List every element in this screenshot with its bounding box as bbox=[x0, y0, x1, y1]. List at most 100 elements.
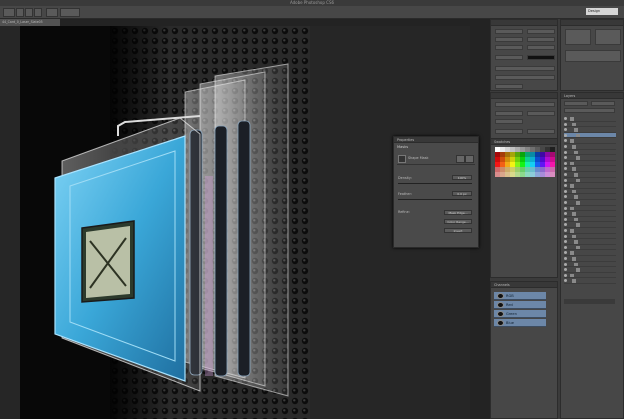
info-readout-bottom bbox=[565, 50, 621, 62]
paragraph-panel-header[interactable] bbox=[491, 93, 557, 99]
feather-value[interactable]: 0.0 px bbox=[452, 191, 472, 196]
visibility-eye-icon[interactable] bbox=[564, 128, 567, 132]
channel-row[interactable]: Blue bbox=[494, 319, 546, 327]
font-field[interactable] bbox=[495, 29, 523, 34]
mask-edge-button[interactable]: Mask Edge... bbox=[444, 210, 472, 215]
language-select[interactable] bbox=[495, 84, 523, 89]
visibility-eye-icon[interactable] bbox=[564, 167, 567, 171]
visibility-eye-icon[interactable] bbox=[564, 156, 567, 160]
swatch-grid[interactable] bbox=[495, 147, 555, 187]
visibility-eye-icon[interactable] bbox=[564, 173, 567, 176]
channel-row[interactable]: RGB bbox=[494, 292, 546, 300]
visibility-eye-icon[interactable] bbox=[564, 195, 567, 199]
layers-panel[interactable]: Layers bbox=[560, 92, 624, 419]
mask-type-label: Shape Mask bbox=[408, 156, 429, 160]
feather-slider[interactable] bbox=[398, 199, 472, 200]
blend-mode-select[interactable] bbox=[564, 101, 588, 106]
visibility-eye-icon[interactable] bbox=[564, 117, 567, 120]
size-field[interactable] bbox=[495, 37, 523, 42]
visibility-eye-icon[interactable] bbox=[564, 212, 567, 216]
visibility-eye-icon[interactable] bbox=[564, 206, 567, 210]
opentype-buttons[interactable] bbox=[495, 75, 555, 80]
vector-mask-button[interactable] bbox=[465, 155, 474, 163]
option-button[interactable] bbox=[16, 8, 24, 17]
invert-button[interactable]: Invert bbox=[444, 228, 472, 233]
swatch[interactable] bbox=[550, 172, 555, 177]
indent-left-field[interactable] bbox=[495, 111, 523, 116]
info-panel[interactable] bbox=[560, 19, 624, 91]
color-range-button[interactable]: Color Range... bbox=[444, 219, 472, 224]
layers-footer[interactable] bbox=[564, 299, 615, 304]
properties-panel-float[interactable]: Properties Masks Shape Mask Density: 100… bbox=[393, 136, 479, 248]
pixel-mask-button[interactable] bbox=[456, 155, 465, 163]
visibility-eye-icon[interactable] bbox=[564, 201, 567, 204]
visibility-eye-icon[interactable] bbox=[564, 223, 567, 227]
visibility-eye-icon[interactable] bbox=[564, 217, 567, 221]
align-buttons[interactable] bbox=[495, 102, 555, 107]
tool-preset-button[interactable] bbox=[3, 8, 15, 17]
style-field[interactable] bbox=[527, 29, 555, 34]
visibility-eye-icon[interactable] bbox=[564, 139, 567, 143]
layer-row[interactable] bbox=[564, 278, 616, 284]
info-panel-header[interactable] bbox=[561, 20, 623, 26]
visibility-eye-icon[interactable] bbox=[564, 161, 567, 165]
space-before-field[interactable] bbox=[495, 129, 523, 134]
layer-thumbnail bbox=[574, 128, 578, 132]
space-after-field[interactable] bbox=[527, 129, 555, 134]
layer-thumbnail bbox=[570, 273, 574, 278]
layer-thumbnail bbox=[574, 150, 578, 155]
opacity-field[interactable] bbox=[591, 101, 615, 106]
color-field[interactable] bbox=[527, 55, 555, 60]
density-slider[interactable] bbox=[398, 183, 472, 184]
indent-right-field[interactable] bbox=[527, 111, 555, 116]
swatches-panel-header[interactable]: Swatches bbox=[491, 139, 557, 145]
visibility-eye-icon[interactable] bbox=[564, 273, 567, 277]
visibility-eye-icon[interactable] bbox=[564, 122, 567, 126]
density-value[interactable]: 100% bbox=[452, 175, 472, 180]
visibility-eye-icon[interactable] bbox=[564, 184, 567, 188]
layer-thumbnail bbox=[576, 201, 580, 205]
visibility-eye-icon[interactable] bbox=[564, 178, 567, 182]
visibility-eye-icon[interactable] bbox=[564, 262, 567, 266]
channel-row[interactable]: Red bbox=[494, 301, 546, 309]
layer-thumbnail bbox=[572, 145, 576, 149]
visibility-eye-icon[interactable] bbox=[564, 150, 567, 154]
layer-thumbnail bbox=[572, 212, 576, 216]
layer-list[interactable] bbox=[561, 116, 624, 296]
visibility-eye-icon[interactable] bbox=[564, 145, 567, 148]
lock-row[interactable] bbox=[564, 108, 615, 113]
channel-label: Blue bbox=[506, 321, 514, 325]
character-panel-header[interactable] bbox=[491, 20, 557, 26]
layers-panel-header[interactable]: Layers bbox=[561, 93, 623, 99]
workspace-select[interactable]: Design bbox=[586, 8, 618, 15]
layer-thumbnail bbox=[574, 240, 578, 244]
visibility-eye-icon[interactable] bbox=[564, 279, 567, 283]
option-button[interactable] bbox=[34, 8, 42, 17]
channels-panel-header[interactable]: Channels bbox=[491, 282, 557, 288]
visibility-eye-icon[interactable] bbox=[564, 257, 567, 260]
properties-float-header[interactable]: Properties bbox=[394, 137, 478, 143]
option-button[interactable] bbox=[46, 8, 58, 17]
option-dropdown[interactable] bbox=[60, 8, 80, 17]
visibility-eye-icon[interactable] bbox=[564, 251, 567, 255]
options-bar: Design bbox=[0, 6, 624, 19]
channels-panel[interactable]: Channels RGB Red Green Blue bbox=[490, 281, 558, 419]
visibility-eye-icon[interactable] bbox=[564, 133, 567, 137]
swatches-panel[interactable]: Swatches bbox=[490, 138, 558, 278]
first-line-field[interactable] bbox=[495, 119, 523, 124]
visibility-eye-icon[interactable] bbox=[564, 229, 567, 232]
visibility-eye-icon[interactable] bbox=[564, 268, 567, 272]
document-tab[interactable]: 44_Card_0_Laser_Slate05 bbox=[0, 19, 60, 26]
type-style-buttons[interactable] bbox=[495, 66, 555, 71]
visibility-eye-icon[interactable] bbox=[564, 234, 567, 238]
channel-row[interactable]: Green bbox=[494, 310, 546, 318]
visibility-eye-icon[interactable] bbox=[564, 189, 567, 193]
scale-field[interactable] bbox=[495, 55, 523, 60]
option-button[interactable] bbox=[25, 8, 33, 17]
visibility-eye-icon[interactable] bbox=[564, 240, 567, 244]
kerning-field[interactable] bbox=[495, 45, 523, 50]
tracking-field[interactable] bbox=[527, 45, 555, 50]
visibility-eye-icon[interactable] bbox=[564, 245, 567, 249]
leading-field[interactable] bbox=[527, 37, 555, 42]
character-panel[interactable] bbox=[490, 19, 558, 91]
